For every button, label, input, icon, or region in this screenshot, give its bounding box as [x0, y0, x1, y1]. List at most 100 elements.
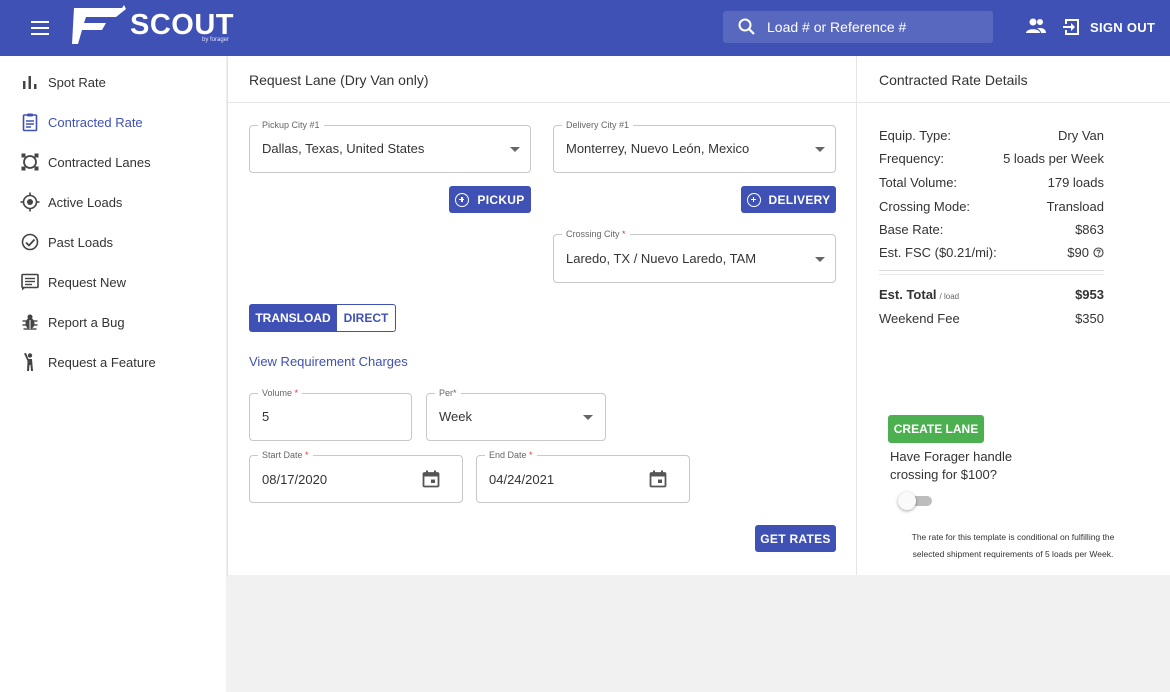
- sidebar-item-past-loads[interactable]: Past Loads: [0, 222, 226, 262]
- rate-label: Frequency:: [879, 151, 945, 166]
- chevron-down-icon: [815, 147, 825, 152]
- rate-row-weekend-fee: Weekend Fee $350: [879, 311, 1104, 329]
- bug-icon: [22, 314, 38, 330]
- add-pickup-button[interactable]: PICKUP: [449, 186, 531, 213]
- crossing-city-value: Laredo, TX / Nuevo Laredo, TAM: [566, 251, 757, 266]
- rate-row-est-total: Est. Total / load $953: [879, 287, 1104, 305]
- sidebar-item-spot-rate[interactable]: Spot Rate: [0, 62, 226, 102]
- add-delivery-label: DELIVERY: [768, 192, 831, 207]
- delivery-city-value: Monterrey, Nuevo León, Mexico: [566, 141, 750, 156]
- sidebar-item-label: Report a Bug: [48, 314, 125, 330]
- sidebar-item-report-bug[interactable]: Report a Bug: [0, 302, 226, 342]
- add-delivery-button[interactable]: DELIVERY: [741, 186, 836, 213]
- sidebar-item-label: Contracted Lanes: [48, 154, 151, 170]
- check-circle-icon: [21, 233, 39, 251]
- view-requirement-charges-link[interactable]: View Requirement Charges: [249, 354, 408, 369]
- forager-crossing-switch[interactable]: [898, 492, 932, 510]
- clipboard-icon: [22, 113, 38, 132]
- help-icon[interactable]: [1093, 247, 1104, 258]
- rate-label: Base Rate:: [879, 222, 944, 237]
- start-date-label: Start Date *: [258, 450, 313, 461]
- sidebar-item-contracted-rate[interactable]: Contracted Rate: [0, 102, 226, 142]
- sidebar-item-active-loads[interactable]: Active Loads: [0, 182, 226, 222]
- rate-disclaimer: The rate for this template is conditiona…: [911, 532, 1115, 559]
- logo-subtext: by forager: [202, 37, 230, 43]
- scout-logo[interactable]: SCOUT by forager: [72, 4, 242, 48]
- sidebar-item-request-feature[interactable]: Request a Feature: [0, 342, 226, 382]
- rate-value: $350: [1075, 311, 1104, 326]
- rate-row-base-rate: Base Rate: $863: [879, 222, 1104, 240]
- pickup-city-value: Dallas, Texas, United States: [262, 141, 425, 156]
- rate-label: Est. FSC ($0.21/mi):: [879, 245, 997, 260]
- transload-toggle-button[interactable]: TRANSLOAD: [249, 304, 337, 332]
- add-circle-icon: [746, 192, 761, 207]
- rate-value: $863: [1075, 222, 1104, 237]
- rate-total-divider: [879, 274, 1104, 275]
- start-date-input[interactable]: Start Date * 08/17/2020: [249, 450, 463, 503]
- sidebar-item-label: Active Loads: [48, 194, 123, 210]
- rate-row-frequency: Frequency: 5 loads per Week: [879, 151, 1104, 169]
- rate-value: $90: [1067, 245, 1104, 260]
- per-select[interactable]: Per* Week: [426, 388, 606, 441]
- chevron-down-icon: [583, 415, 593, 420]
- direct-toggle-button[interactable]: DIRECT: [337, 304, 396, 332]
- volume-label: Volume *: [258, 388, 303, 399]
- rate-value: Transload: [1046, 199, 1104, 214]
- calendar-icon[interactable]: [422, 470, 440, 488]
- bar-chart-icon: [23, 76, 37, 89]
- search-icon[interactable]: [737, 17, 757, 37]
- end-date-input[interactable]: End Date * 04/24/2021: [476, 450, 690, 503]
- person-raise-hand-icon: [24, 353, 33, 371]
- switch-thumb: [898, 492, 916, 510]
- rate-label: Crossing Mode:: [879, 199, 971, 214]
- sidebar-item-label: Request New: [48, 274, 127, 290]
- delivery-city-select[interactable]: Delivery City #1 Monterrey, Nuevo León, …: [553, 120, 836, 173]
- volume-value: 5: [262, 409, 270, 424]
- users-icon[interactable]: [1025, 17, 1047, 35]
- add-pickup-label: PICKUP: [477, 192, 525, 207]
- menu-icon[interactable]: [28, 16, 52, 40]
- sign-out-button[interactable]: SIGN OUT: [1062, 16, 1155, 38]
- sidebar: Spot Rate Contracted Rate Contracted Lan…: [0, 56, 226, 692]
- sign-out-label: SIGN OUT: [1090, 19, 1156, 35]
- forager-crossing-question: Have Forager handle crossing for $100?: [890, 449, 1013, 482]
- start-date-value: 08/17/2020: [262, 472, 328, 487]
- request-lane-header-divider: [228, 102, 856, 103]
- rate-row-crossing-mode: Crossing Mode: Transload: [879, 199, 1104, 217]
- top-app-bar: SCOUT by forager SIGN OUT: [0, 0, 1170, 56]
- panel-divider: [856, 56, 857, 575]
- pickup-city-select[interactable]: Pickup City #1 Dallas, Texas, United Sta…: [249, 120, 531, 173]
- pickup-city-label: Pickup City #1: [258, 120, 324, 131]
- crossing-city-select[interactable]: Crossing City * Laredo, TX / Nuevo Lared…: [553, 229, 836, 283]
- chevron-down-icon: [815, 257, 825, 262]
- rate-label: Equip. Type:: [879, 128, 952, 143]
- create-lane-button[interactable]: CREATE LANE: [888, 415, 984, 443]
- rate-label: Weekend Fee: [879, 311, 960, 326]
- lanes-icon: [21, 153, 39, 171]
- calendar-icon[interactable]: [649, 470, 667, 488]
- rate-value: 5 loads per Week: [1003, 151, 1104, 166]
- sidebar-item-label: Spot Rate: [48, 74, 106, 90]
- rate-value: 179 loads: [1047, 175, 1104, 190]
- search-input[interactable]: [767, 11, 987, 43]
- sidebar-item-request-new[interactable]: Request New: [0, 262, 226, 302]
- crossing-mode-toggle: TRANSLOAD DIRECT: [249, 304, 396, 332]
- per-label: Per*: [435, 388, 461, 399]
- target-icon: [20, 192, 40, 212]
- end-date-label: End Date *: [485, 450, 537, 461]
- per-value: Week: [439, 409, 472, 424]
- search-bar: [723, 11, 993, 43]
- sidebar-item-contracted-lanes[interactable]: Contracted Lanes: [0, 142, 226, 182]
- list-icon: [21, 273, 39, 291]
- rate-row-est-fsc: Est. FSC ($0.21/mi): $90: [879, 245, 1104, 263]
- end-date-value: 04/24/2021: [489, 472, 555, 487]
- sidebar-item-label: Past Loads: [48, 234, 114, 250]
- sign-out-icon: [1063, 19, 1079, 35]
- rate-details-header-divider: [857, 102, 1170, 103]
- rate-row-total-volume: Total Volume: 179 loads: [879, 175, 1104, 193]
- volume-input[interactable]: Volume * 5: [249, 388, 412, 441]
- add-circle-icon: [455, 192, 470, 207]
- contracted-rate-card: Request Lane (Dry Van only) Pickup City …: [228, 56, 1170, 575]
- sidebar-item-label: Contracted Rate: [48, 114, 143, 130]
- get-rates-button[interactable]: GET RATES: [755, 525, 836, 552]
